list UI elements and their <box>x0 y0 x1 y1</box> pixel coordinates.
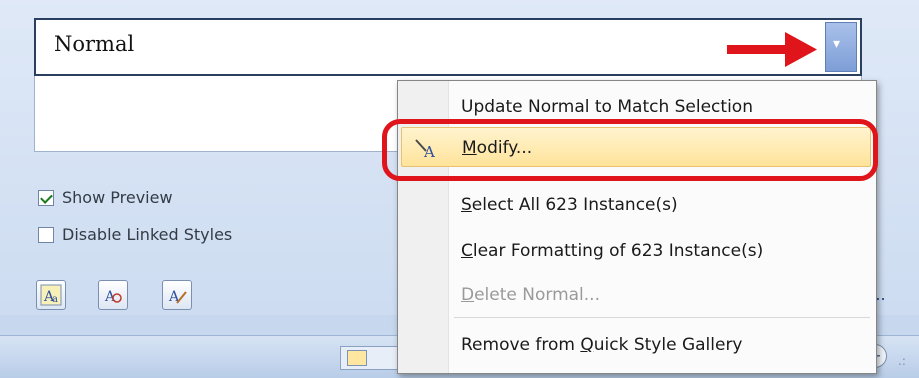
style-dropdown-button[interactable]: ▾ <box>825 22 857 72</box>
clear-formatting-accesskey: C <box>461 241 473 261</box>
remove-gallery-accesskey: Q <box>580 335 594 355</box>
remove-gallery-label-pre: Remove from <box>461 335 581 355</box>
style-inspector-icon: A <box>104 289 122 305</box>
clear-formatting-label: lear Formatting of 623 Instance(s) <box>472 241 764 261</box>
menu-separator <box>454 317 870 318</box>
disable-linked-styles-label: Disable Linked Styles <box>62 225 233 244</box>
chevron-down-icon: ▾ <box>833 36 841 52</box>
menu-item-remove-from-gallery[interactable]: Remove from Quick Style Gallery <box>401 325 871 365</box>
show-preview-label: Show Preview <box>62 188 173 207</box>
remove-gallery-label-post: uick Style Gallery <box>593 335 743 355</box>
select-all-accesskey: S <box>461 195 472 215</box>
show-preview-option[interactable]: Show Preview <box>38 188 173 207</box>
menu-item-clear-formatting[interactable]: Clear Formatting of 623 Instance(s) <box>401 231 871 271</box>
style-inspector-button[interactable]: A <box>98 280 128 310</box>
style-name: Normal <box>54 32 135 56</box>
new-style-icon: A a <box>40 284 62 306</box>
show-preview-checkbox[interactable] <box>38 189 54 206</box>
svg-text:a: a <box>52 294 58 305</box>
menu-item-delete-normal: Delete Normal... <box>401 275 871 315</box>
delete-accesskey: D <box>461 285 475 305</box>
svg-text:A: A <box>104 289 116 305</box>
view-buttons <box>340 346 402 370</box>
menu-item-select-all[interactable]: Select All 623 Instance(s) <box>401 185 871 225</box>
red-arrow-annotation <box>727 32 817 67</box>
new-style-button[interactable]: A a <box>36 280 66 310</box>
disable-linked-styles-option[interactable]: Disable Linked Styles <box>38 225 232 244</box>
manage-styles-icon: A <box>168 289 187 305</box>
disable-linked-styles-checkbox[interactable] <box>38 226 54 243</box>
manage-styles-button[interactable]: A <box>162 280 192 310</box>
resize-grip-icon[interactable]: .: <box>898 354 906 368</box>
delete-label: elete Normal... <box>474 285 600 305</box>
select-all-label: elect All 623 Instance(s) <box>471 195 678 215</box>
update-label: Update Normal to Match Selection <box>461 97 753 117</box>
red-highlight-annotation <box>382 119 878 181</box>
print-layout-view-button[interactable] <box>347 350 367 366</box>
